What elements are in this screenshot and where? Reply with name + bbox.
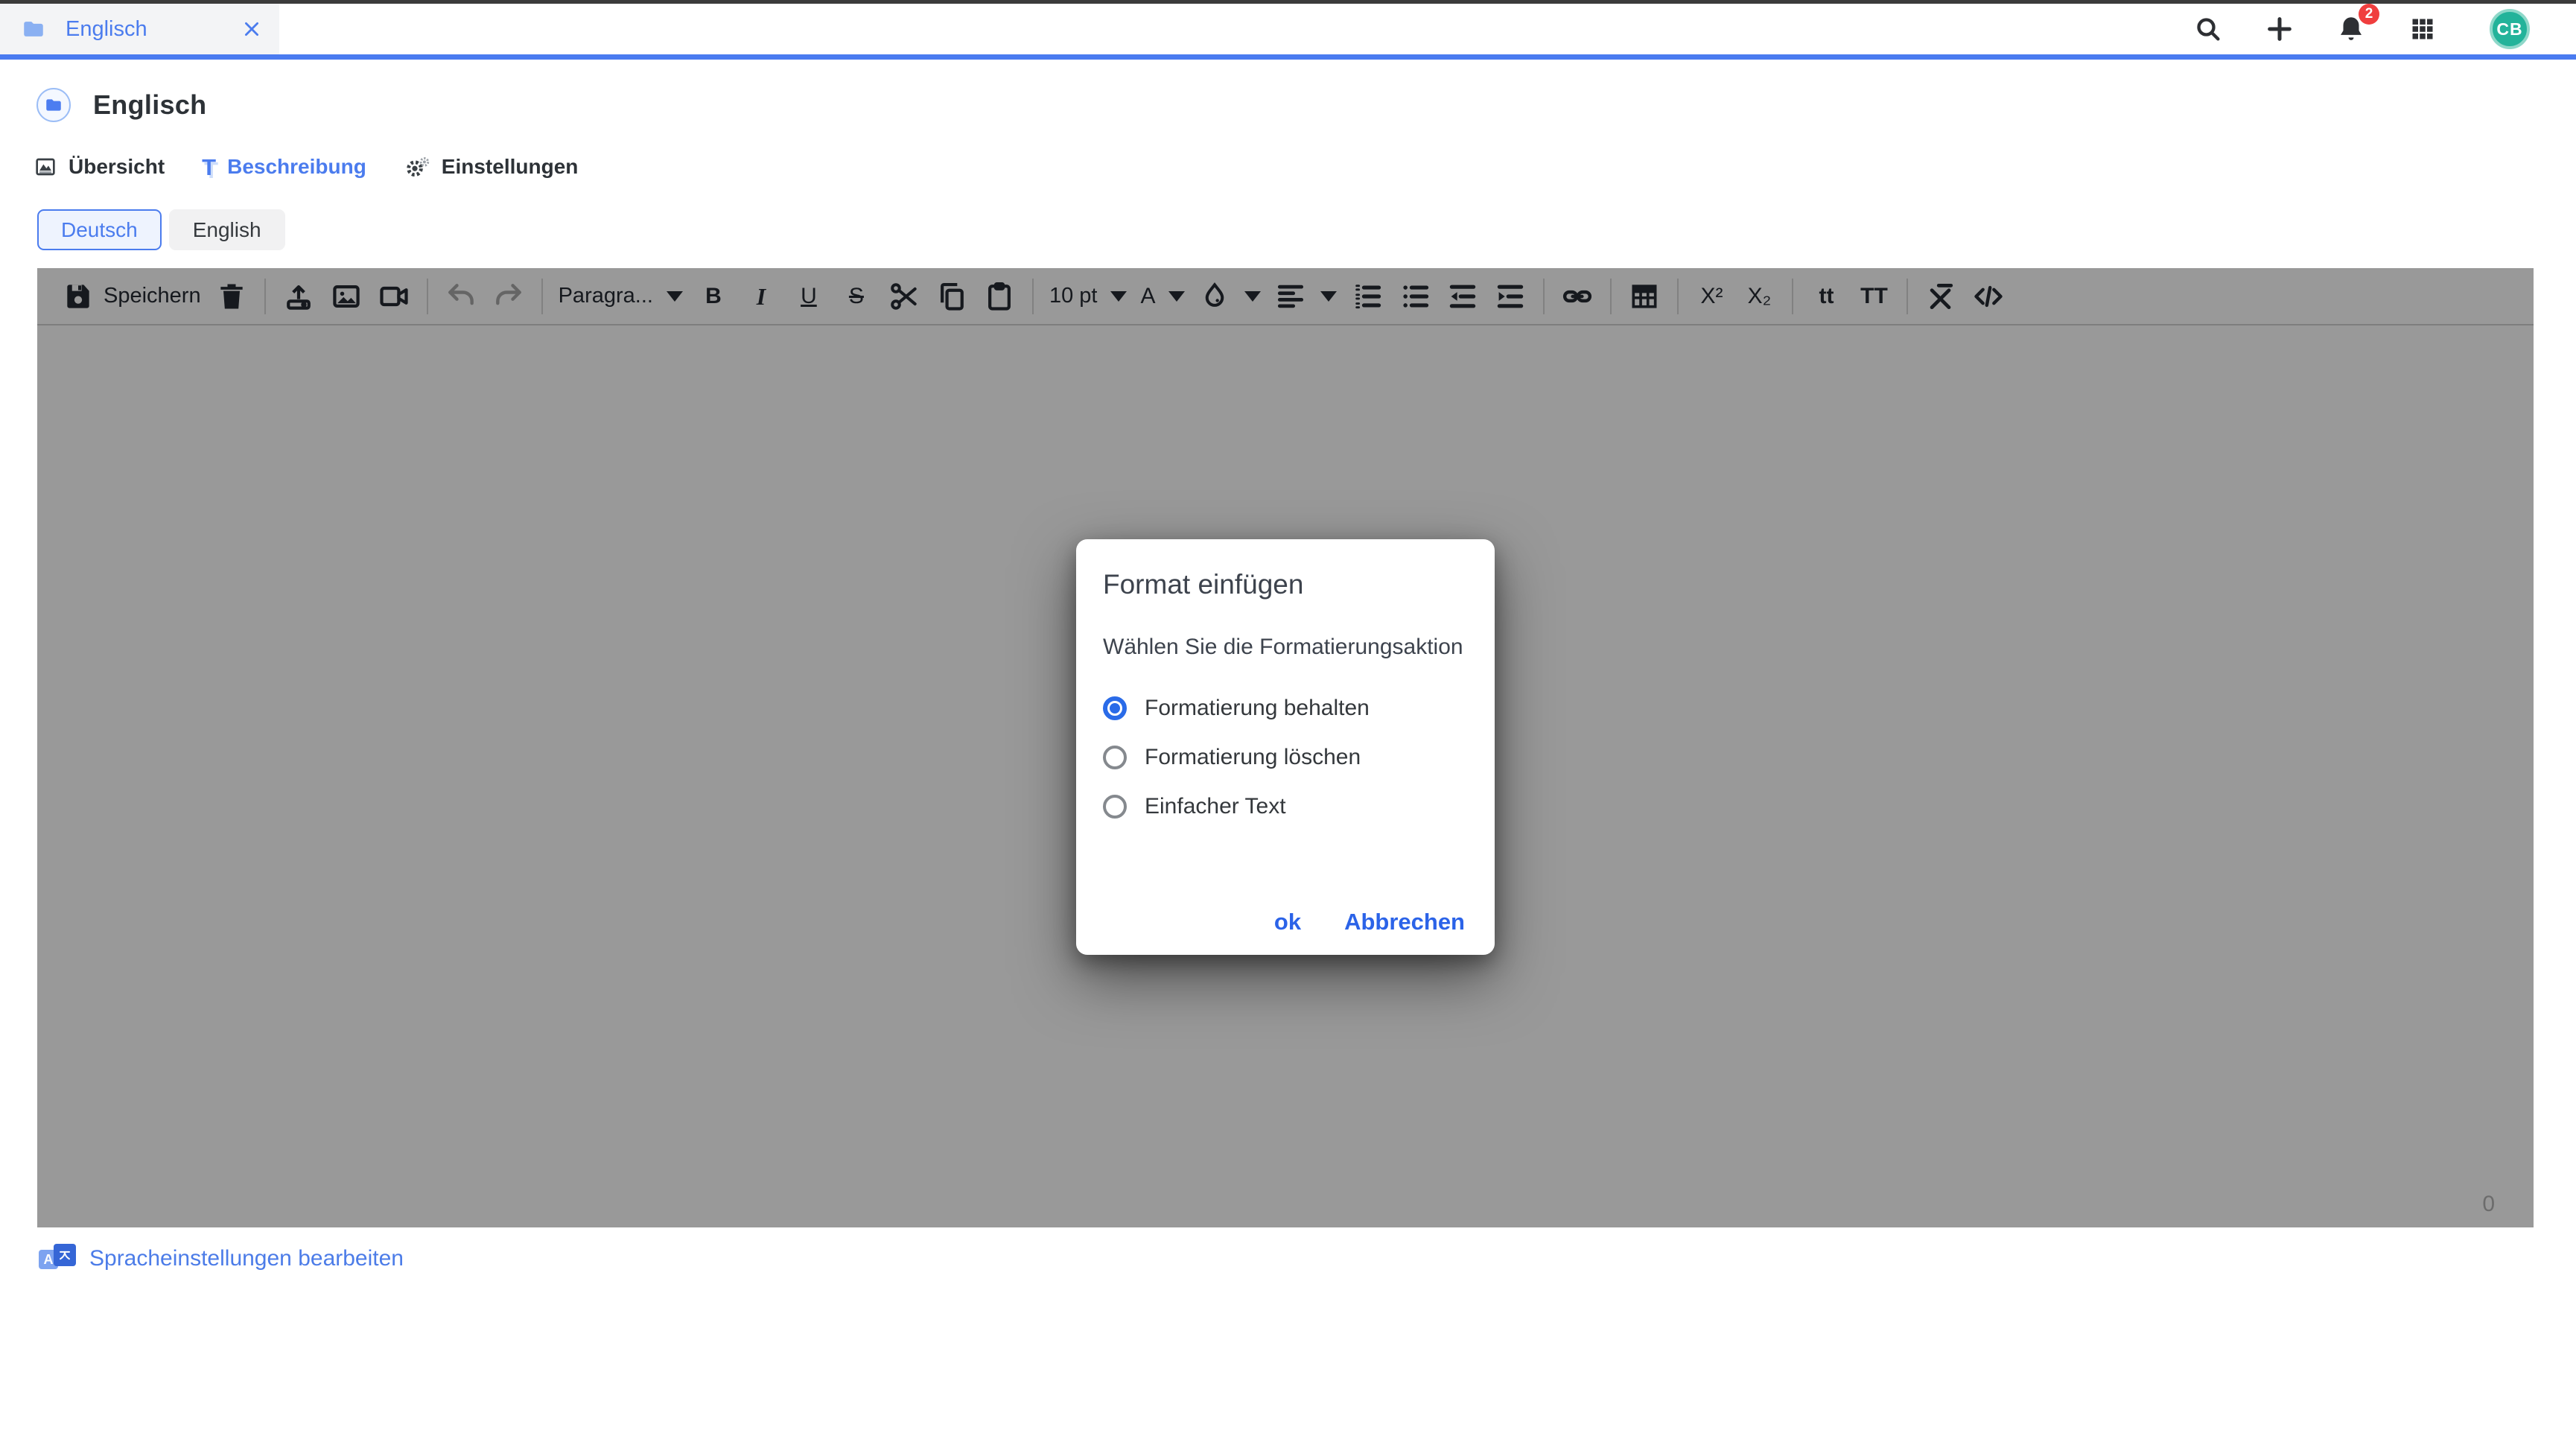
radio-unselected-icon — [1103, 746, 1127, 769]
dialog-footer: ok Abbrechen — [1274, 909, 1465, 935]
ok-button[interactable]: ok — [1274, 909, 1301, 935]
header-accent-bar — [0, 54, 2576, 60]
format-paste-dialog: Format einfügen Wählen Sie die Formatier… — [1076, 539, 1495, 955]
radio-option-keep-formatting[interactable]: Formatierung behalten — [1103, 696, 1468, 721]
entity-folder-icon — [36, 88, 71, 122]
topbar-actions: 2 CB — [2192, 9, 2576, 49]
radio-option-plain-text[interactable]: Einfacher Text — [1103, 794, 1468, 819]
browser-tab-englisch[interactable]: Englisch — [0, 4, 279, 54]
text-icon: T — [202, 156, 216, 179]
dialog-subtitle: Wählen Sie die Formatierungsaktion — [1103, 635, 1468, 660]
avatar[interactable]: CB — [2490, 9, 2530, 49]
tab-uebersicht[interactable]: Übersicht — [34, 149, 165, 185]
screen: Englisch 2 CB Englisch — [0, 0, 2576, 1433]
close-icon[interactable] — [241, 18, 263, 40]
radio-option-remove-formatting[interactable]: Formatierung löschen — [1103, 745, 1468, 770]
notification-badge: 2 — [2359, 4, 2379, 25]
radio-unselected-icon — [1103, 795, 1127, 819]
search-icon[interactable] — [2192, 13, 2224, 45]
tab-beschreibung[interactable]: T Beschreibung — [202, 149, 366, 185]
language-switch: Deutsch English — [37, 209, 285, 250]
notifications-bell-icon[interactable]: 2 — [2335, 13, 2367, 45]
gears-icon — [404, 153, 430, 180]
tab-label: Übersicht — [69, 155, 165, 179]
radio-selected-icon — [1103, 696, 1127, 720]
topbar: Englisch 2 CB — [0, 4, 2576, 54]
dialog-options: Formatierung behalten Formatierung lösch… — [1103, 696, 1468, 819]
page-head: Englisch — [36, 88, 206, 122]
language-settings-link[interactable]: A Spracheinstellungen bearbeiten — [39, 1242, 404, 1275]
tab-label: Beschreibung — [227, 155, 366, 179]
apps-grid-icon[interactable] — [2406, 13, 2439, 45]
folder-icon — [21, 16, 46, 42]
page-title: Englisch — [93, 89, 206, 121]
language-button-english[interactable]: English — [169, 209, 285, 250]
chart-icon — [34, 155, 57, 179]
cancel-button[interactable]: Abbrechen — [1344, 909, 1465, 935]
add-icon[interactable] — [2263, 13, 2296, 45]
translate-icon: A — [39, 1242, 77, 1275]
page-tabs: Übersicht T Beschreibung Einstellungen — [34, 149, 578, 185]
dialog-title: Format einfügen — [1103, 569, 1468, 600]
tab-einstellungen[interactable]: Einstellungen — [404, 149, 579, 185]
language-button-deutsch[interactable]: Deutsch — [37, 209, 162, 250]
browser-tab-label: Englisch — [66, 17, 221, 42]
tab-label: Einstellungen — [442, 155, 579, 179]
